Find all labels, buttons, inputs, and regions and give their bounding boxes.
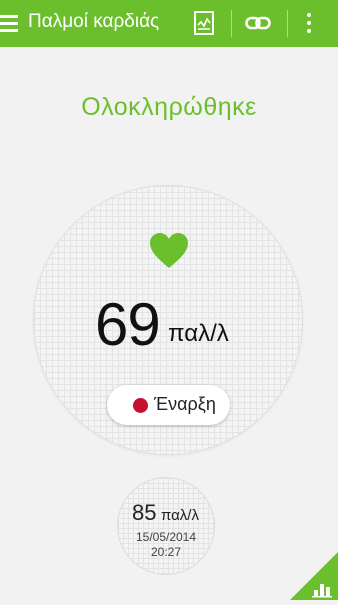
start-button[interactable]: Έναρξη: [107, 385, 230, 425]
more-vertical-icon[interactable]: [304, 12, 314, 34]
record-dot-icon: [133, 398, 148, 413]
heart-rate-value: 69: [95, 291, 161, 358]
previous-measurement-circle[interactable]: [118, 478, 214, 574]
report-chart-icon[interactable]: [194, 11, 214, 35]
history-chart-tab[interactable]: [290, 552, 338, 600]
previous-heart-rate-value: 85: [132, 500, 157, 525]
app-toolbar: Παλμοί καρδιάς: [0, 0, 338, 47]
previous-measurement-date: 15/05/2014: [135, 530, 197, 544]
toolbar-separator: [287, 10, 288, 37]
previous-measurement-time: 20:27: [150, 545, 182, 559]
link-icon[interactable]: [245, 12, 271, 34]
hamburger-menu-icon[interactable]: [0, 14, 18, 32]
toolbar-separator: [231, 10, 232, 37]
app-title: Παλμοί καρδιάς: [28, 11, 160, 32]
start-button-label: Έναρξη: [154, 394, 216, 414]
measurement-status: Ολοκληρώθηκε: [81, 93, 257, 121]
heart-icon: [149, 232, 189, 270]
previous-heart-rate-unit: παλ/λ: [161, 507, 199, 524]
heart-rate-unit: παλ/λ: [168, 320, 229, 347]
